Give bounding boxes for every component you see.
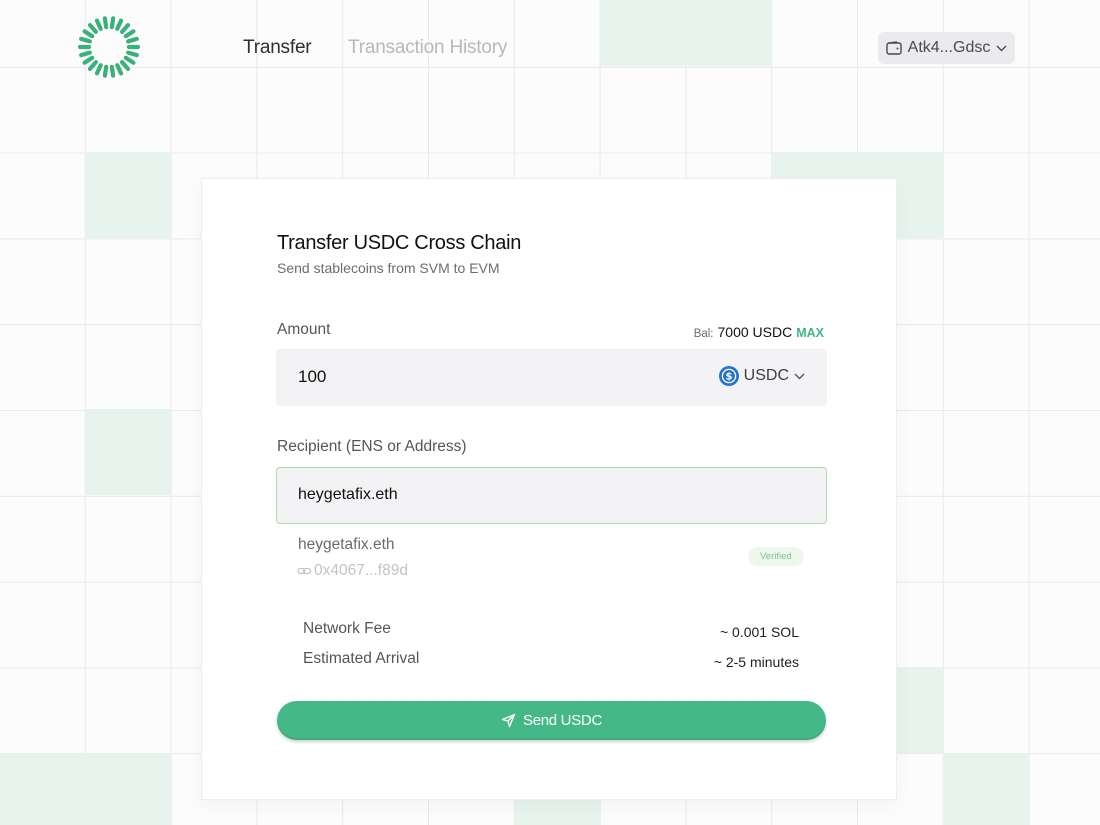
balance-prefix: Bal: — [693, 328, 714, 340]
logo-ray — [109, 64, 116, 78]
network-fee-label: Network Fee — [303, 620, 391, 637]
recipient-input[interactable] — [298, 486, 778, 504]
estimated-arrival-label: Estimated Arrival — [303, 650, 420, 667]
wallet-button[interactable]: Atk4...Gdsc — [878, 32, 1015, 64]
send-icon — [501, 713, 516, 728]
svg-text:$: $ — [725, 372, 732, 383]
send-usdc-button[interactable]: Send USDC — [277, 701, 826, 740]
transfer-card: Transfer USDC Cross Chain Send stablecoi… — [201, 178, 897, 800]
logo-ray — [102, 64, 109, 78]
amount-field: $ USDC — [276, 349, 827, 406]
max-button[interactable]: MAX — [796, 326, 824, 340]
wallet-address: Atk4...Gdsc — [907, 39, 991, 56]
logo-ray — [87, 22, 99, 34]
balance-value: 7000 USDC — [717, 324, 793, 340]
logo-ray — [119, 22, 131, 34]
recipient-label: Recipient (ENS or Address) — [277, 438, 467, 455]
grid-tile — [85, 409, 171, 495]
logo-ray — [123, 29, 136, 39]
link-icon — [297, 567, 312, 575]
tab-transfer[interactable]: Transfer — [243, 37, 312, 59]
chevron-down-icon — [996, 45, 1007, 51]
logo-ray — [94, 63, 103, 76]
logo-ray — [109, 16, 116, 30]
logo-ray — [79, 36, 92, 44]
grid-tile — [600, 0, 771, 66]
amount-label: Amount — [277, 321, 331, 338]
grid-tile — [0, 753, 171, 825]
tab-transaction-history[interactable]: Transaction History — [348, 37, 507, 59]
logo-ray — [79, 50, 92, 58]
logo-ray — [82, 29, 95, 39]
token-select[interactable]: $ USDC — [718, 366, 805, 386]
card-subtitle: Send stablecoins from SVM to EVM — [277, 260, 500, 276]
resolved-address: 0x4067...f89d — [297, 562, 408, 580]
logo-ray — [94, 18, 103, 31]
grid-tile — [85, 152, 171, 238]
logo-ray — [126, 50, 139, 58]
verified-badge: Verified — [748, 547, 804, 566]
logo-ray — [82, 55, 95, 65]
logo-ray — [123, 55, 136, 65]
logo-ray — [119, 60, 131, 72]
logo-ray — [126, 36, 139, 44]
sunburst-logo-icon — [77, 16, 141, 78]
token-label: USDC — [743, 367, 789, 384]
amount-input[interactable] — [298, 367, 598, 387]
usdc-icon: $ — [718, 366, 739, 386]
wallet-icon — [885, 41, 902, 55]
chevron-down-icon — [794, 373, 805, 379]
recipient-field — [276, 467, 827, 524]
balance-display: Bal: 7000 USDC MAX — [694, 324, 824, 340]
resolved-address-text: 0x4067...f89d — [314, 562, 408, 579]
logo-ray — [87, 60, 99, 72]
grid-tile — [943, 753, 1029, 825]
resolved-ens-name: heygetafix.eth — [298, 536, 395, 553]
send-button-label: Send USDC — [522, 712, 602, 729]
estimated-arrival-value: ~ 2-5 minutes — [713, 654, 799, 670]
logo-ray — [115, 63, 124, 76]
network-fee-value: ~ 0.001 SOL — [719, 624, 799, 640]
logo-ray — [102, 16, 109, 30]
card-title: Transfer USDC Cross Chain — [277, 232, 522, 254]
app-logo[interactable] — [77, 16, 141, 78]
logo-ray — [115, 18, 124, 31]
